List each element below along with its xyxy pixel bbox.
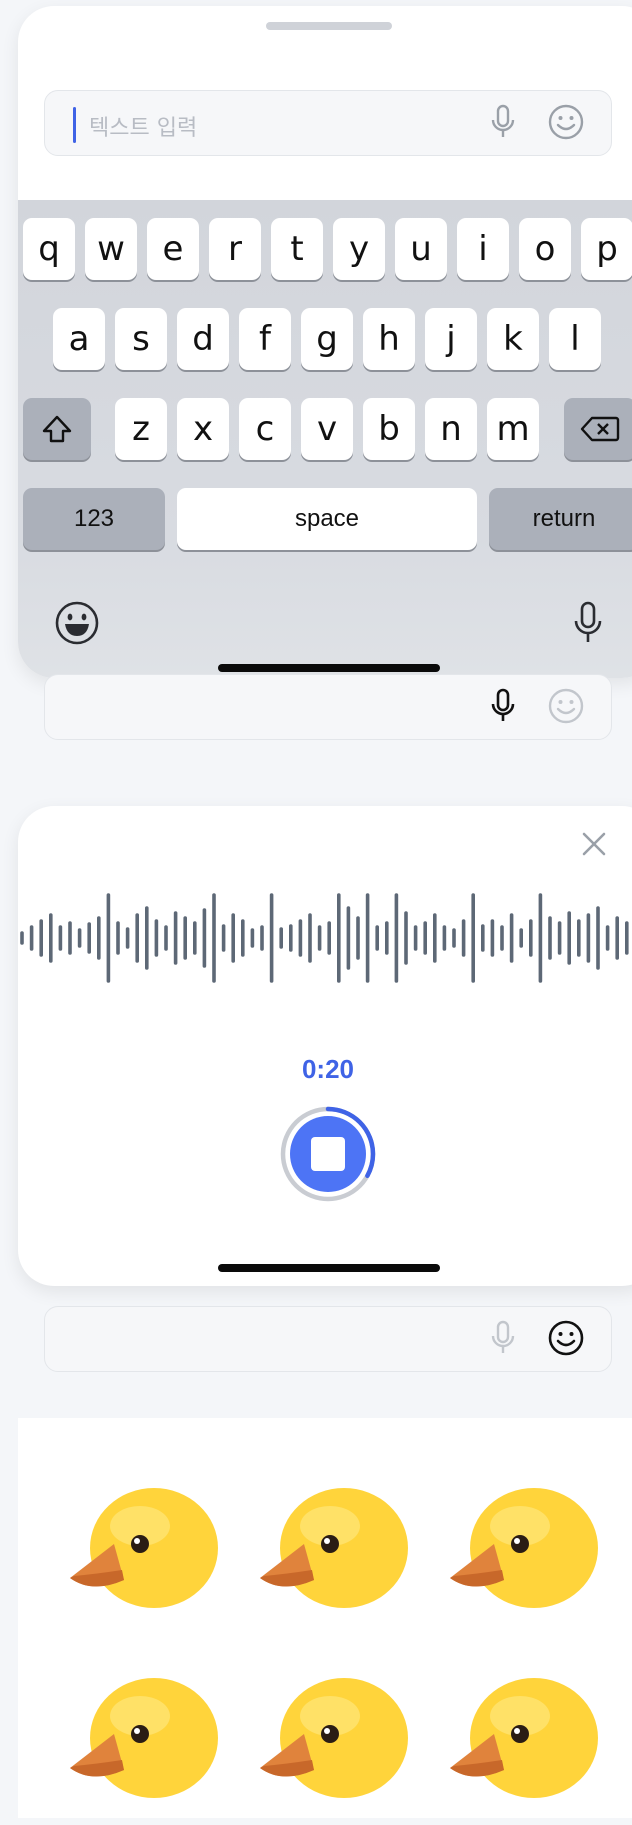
emoji-item[interactable] [252, 1660, 412, 1820]
baby-chick-icon [450, 1678, 598, 1798]
key-x[interactable]: x [177, 398, 229, 460]
stop-icon [311, 1137, 345, 1171]
onscreen-keyboard: q w e r t y u i o p a s d f g h j k l z … [18, 200, 632, 678]
waveform-icon [20, 893, 629, 983]
key-w[interactable]: w [85, 218, 137, 280]
baby-chick-icon [260, 1678, 408, 1798]
home-indicator [218, 1264, 440, 1272]
space-key[interactable]: space [177, 488, 477, 550]
numbers-key[interactable]: 123 [23, 488, 165, 550]
key-y[interactable]: y [333, 218, 385, 280]
smiley-icon[interactable] [548, 688, 584, 724]
key-e[interactable]: e [147, 218, 199, 280]
shift-icon [42, 415, 72, 443]
baby-chick-icon [450, 1488, 598, 1608]
key-p[interactable]: p [581, 218, 632, 280]
key-j[interactable]: j [425, 308, 477, 370]
voice-input-bar[interactable] [44, 674, 612, 740]
home-indicator [218, 664, 440, 672]
smiley-icon[interactable] [548, 1320, 584, 1356]
voice-recording-sheet: 0:20 [18, 806, 632, 1286]
close-icon[interactable] [576, 826, 612, 862]
grinning-face-icon[interactable] [54, 600, 100, 646]
key-g[interactable]: g [301, 308, 353, 370]
emoji-picker-sheet [18, 1418, 632, 1818]
key-a[interactable]: a [53, 308, 105, 370]
emoji-item[interactable] [62, 1660, 222, 1820]
key-r[interactable]: r [209, 218, 261, 280]
key-h[interactable]: h [363, 308, 415, 370]
key-n[interactable]: n [425, 398, 477, 460]
backspace-icon [580, 416, 620, 442]
emoji-item[interactable] [252, 1470, 412, 1630]
text-cursor [73, 107, 76, 143]
key-v[interactable]: v [301, 398, 353, 460]
stop-recording-button[interactable] [278, 1104, 378, 1204]
shift-key[interactable] [23, 398, 91, 460]
recording-timer: 0:20 [301, 1054, 355, 1084]
return-key[interactable]: return [489, 488, 632, 550]
emoji-item[interactable] [62, 1470, 222, 1630]
emoji-input-bar[interactable] [44, 1306, 612, 1372]
key-d[interactable]: d [177, 308, 229, 370]
key-m[interactable]: m [487, 398, 539, 460]
baby-chick-icon [70, 1488, 218, 1608]
baby-chick-icon [260, 1488, 408, 1608]
key-f[interactable]: f [239, 308, 291, 370]
smiley-icon[interactable] [548, 104, 584, 140]
microphone-icon[interactable] [485, 1320, 521, 1356]
emoji-item[interactable] [442, 1660, 602, 1820]
dictation-microphone-icon[interactable] [568, 600, 608, 646]
key-q[interactable]: q [23, 218, 75, 280]
baby-chick-icon [70, 1678, 218, 1798]
text-input-field[interactable]: 텍스트 입력 [44, 90, 612, 156]
key-u[interactable]: u [395, 218, 447, 280]
key-z[interactable]: z [115, 398, 167, 460]
microphone-icon[interactable] [485, 104, 521, 140]
microphone-icon[interactable] [485, 688, 521, 724]
key-o[interactable]: o [519, 218, 571, 280]
key-s[interactable]: s [115, 308, 167, 370]
key-c[interactable]: c [239, 398, 291, 460]
key-b[interactable]: b [363, 398, 415, 460]
emoji-item[interactable] [442, 1470, 602, 1630]
key-t[interactable]: t [271, 218, 323, 280]
keyboard-sheet: 텍스트 입력 q w e r t y u i o p a s d f g h j… [18, 6, 632, 678]
key-l[interactable]: l [549, 308, 601, 370]
delete-key[interactable] [564, 398, 632, 460]
key-k[interactable]: k [487, 308, 539, 370]
input-placeholder: 텍스트 입력 [89, 116, 198, 141]
sheet-grabber[interactable] [266, 22, 392, 30]
key-i[interactable]: i [457, 218, 509, 280]
